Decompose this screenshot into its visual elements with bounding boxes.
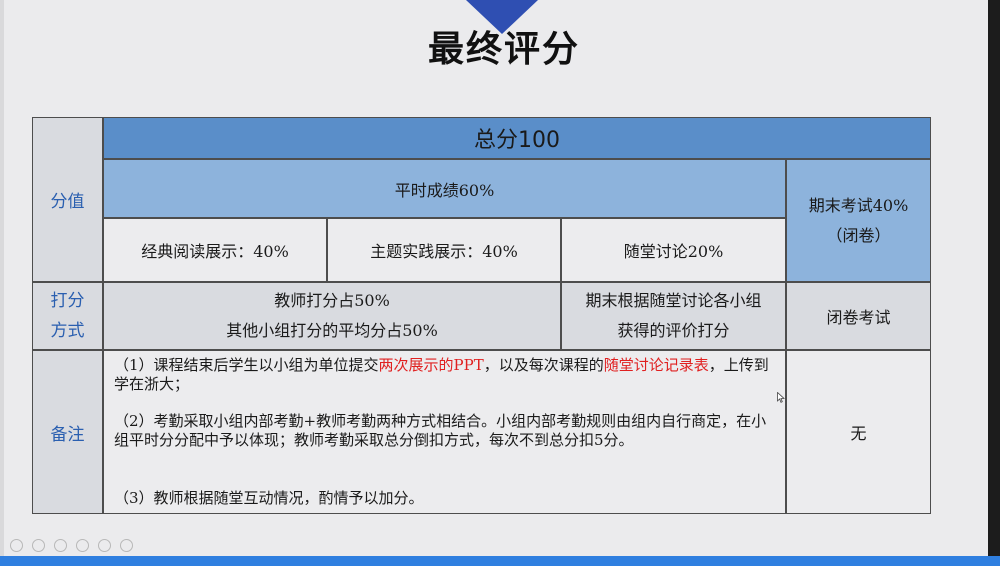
sub-item-reading: 经典阅读展示：40% xyxy=(103,218,327,282)
window-edge xyxy=(988,0,1000,556)
method-discussion-line1: 期末根据随堂讨论各小组 xyxy=(585,291,762,310)
total-score-text: 总分100 xyxy=(474,128,560,153)
row-label-method-text: 打分方式 xyxy=(50,291,85,341)
pen-tool-icon[interactable] xyxy=(54,539,67,552)
note-3: （3）教师根据随堂互动情况，酌情予以加分。 xyxy=(114,489,424,507)
bottom-bar xyxy=(0,556,1000,566)
sub-item-discussion: 随堂讨论20% xyxy=(561,218,786,282)
more-options-icon[interactable] xyxy=(120,539,133,552)
row-label-notes-text: 备注 xyxy=(50,424,85,445)
note-1-text-b: ，以及每次课程的 xyxy=(483,356,604,374)
sub-item-reading-text: 经典阅读展示：40% xyxy=(141,242,289,261)
final-exam-header: 期末考试40% （闭卷） xyxy=(786,159,931,282)
next-slide-icon[interactable] xyxy=(32,539,45,552)
note-1-highlight-ppt: 两次展示的PPT xyxy=(378,356,484,374)
zoom-icon[interactable] xyxy=(98,539,111,552)
row-label-score-text: 分值 xyxy=(50,192,85,212)
note-1: （1）课程结束后学生以小组为单位提交两次展示的PPT，以及每次课程的随堂讨论记录… xyxy=(114,356,774,394)
method-final-text: 闭卷考试 xyxy=(826,308,891,327)
sub-item-discussion-text: 随堂讨论20% xyxy=(623,242,724,261)
slide: 最终评分 分值 打分方式 备注 总分100 平时成绩60% 期末考试40% （闭… xyxy=(4,0,988,556)
final-exam-type: （闭卷） xyxy=(826,225,891,245)
final-exam-label: 期末考试40% xyxy=(808,195,909,215)
mouse-cursor-icon xyxy=(777,392,785,403)
final-notes-text: 无 xyxy=(850,424,867,443)
sub-item-practice: 主题实践展示：40% xyxy=(327,218,561,282)
method-presentation-line2: 其他小组打分的平均分占50% xyxy=(226,321,438,340)
slides-grid-icon[interactable] xyxy=(76,539,89,552)
row-label-notes: 备注 xyxy=(32,350,103,514)
slide-title: 最终评分 xyxy=(427,29,580,70)
note-2: （2）考勤采取小组内部考勤+教师考勤两种方式相结合。小组内部考勤规则由组内自行商… xyxy=(114,412,767,449)
note-1-text-a: （1）课程结束后学生以小组为单位提交 xyxy=(114,356,379,374)
note-1-highlight-record: 随堂讨论记录表 xyxy=(603,356,709,374)
method-final: 闭卷考试 xyxy=(786,282,931,350)
sub-item-practice-text: 主题实践展示：40% xyxy=(370,242,518,261)
method-discussion-line2: 获得的评价打分 xyxy=(617,321,730,340)
method-presentation: 教师打分占50% 其他小组打分的平均分占50% xyxy=(103,282,561,350)
row-label-score: 分值 xyxy=(32,117,103,282)
row-label-method: 打分方式 xyxy=(32,282,103,350)
regular-score-header: 平时成绩60% xyxy=(103,159,786,218)
total-score-header: 总分100 xyxy=(103,117,931,159)
method-discussion: 期末根据随堂讨论各小组 获得的评价打分 xyxy=(561,282,786,350)
prev-slide-icon[interactable] xyxy=(10,539,23,552)
method-presentation-line1: 教师打分占50% xyxy=(274,291,390,310)
regular-score-text: 平时成绩60% xyxy=(394,180,495,200)
final-notes-cell: 无 xyxy=(786,350,931,514)
